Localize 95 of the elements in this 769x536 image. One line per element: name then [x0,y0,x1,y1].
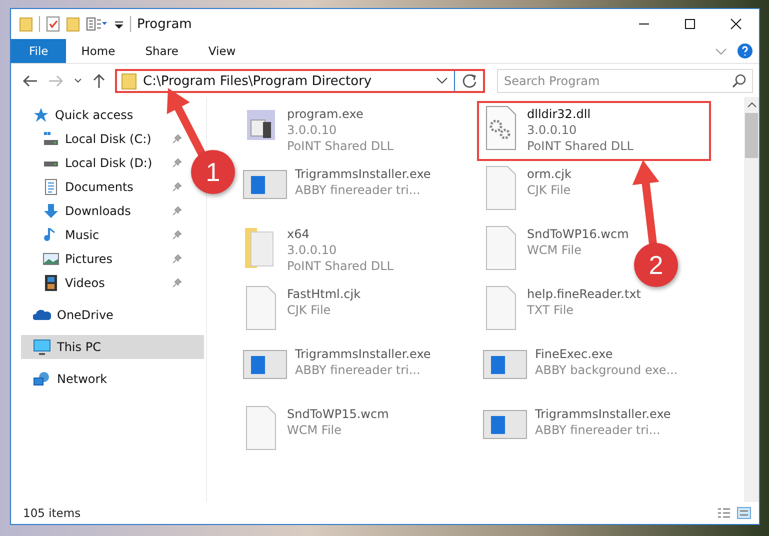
file-name: orm.cjk [527,166,572,182]
back-arrow-icon[interactable] [21,74,39,88]
pin-icon[interactable] [172,158,182,168]
sidebar-item[interactable]: Network [21,367,114,391]
sidebar-item[interactable]: Downloads [21,199,188,223]
file-tile[interactable]: TrigrammsInstaller.exe ABBY finereader tri... [237,341,437,387]
monitor-icon [33,339,51,355]
file-detail: PoINT Shared DLL [287,138,394,154]
help-icon[interactable] [737,43,753,59]
film-strip-icon [43,275,59,291]
file-detail: 3.0.0.10 [287,122,338,138]
address-path: C:\Program Files\Program Directory [143,74,373,88]
file-tile[interactable]: x64 3.0.0.10 PoINT Shared DLL [237,221,400,279]
blank-file-icon [243,406,279,450]
gear-file-icon [483,106,519,150]
file-tile[interactable]: SndToWP15.wcm WCM File [237,401,395,455]
sidebar-item[interactable]: OneDrive [21,303,120,327]
ribbon-tab[interactable]: Home [66,39,130,63]
sidebar-item[interactable]: Music [21,223,188,247]
checklist-icon[interactable] [46,16,60,32]
drive-icon [43,161,59,167]
pin-icon[interactable] [172,278,182,288]
sidebar-item[interactable]: This PC [21,335,204,359]
ribbon-tab[interactable]: View [193,39,251,63]
file-name: FastHtml.cjk [287,286,361,302]
file-detail: 3.0.0.10 [527,122,578,138]
window-title: Program [137,16,193,32]
file-detail: WCM File [527,242,582,258]
pin-icon[interactable] [172,182,182,192]
tiles-view-icon[interactable] [737,507,751,519]
blank-file-icon [483,226,519,270]
file-name: SndToWP16.wcm [527,226,629,242]
file-tile[interactable]: FastHtml.cjk CJK File [237,281,367,335]
cloud-icon [33,307,51,323]
network-globe-icon [33,371,51,387]
picture-icon [43,251,59,267]
file-tile[interactable]: SndToWP16.wcm WCM File [477,221,635,275]
file-tile[interactable]: program.exe 3.0.0.10 PoINT Shared DLL [237,101,400,159]
blank-file-icon [243,286,279,330]
file-name: SndToWP15.wcm [287,406,389,422]
file-name: help.fineReader.txt [527,286,641,302]
sidebar-item[interactable]: Videos [21,271,188,295]
document-icon [43,179,59,195]
file-menu-tab[interactable]: File [11,39,66,63]
file-name: TrigrammsInstaller.exe [535,406,671,422]
file-detail: PoINT Shared DLL [527,138,634,154]
file-detail: CJK File [527,182,572,198]
file-tile[interactable]: TrigrammsInstaller.exe ABBY finereader tri... [477,401,677,447]
file-name: x64 [287,226,310,242]
sidebar-item[interactable]: Local Disk (C:) [21,127,188,151]
chevron-down-icon[interactable] [436,76,448,86]
folder-icon[interactable] [19,16,33,32]
blank-file-icon [483,166,519,210]
up-arrow-icon[interactable] [91,73,107,89]
pin-icon[interactable] [172,254,182,264]
file-detail: PoINT Shared DLL [287,258,394,274]
file-name: FineExec.exe [535,346,614,362]
file-detail: ABBY finereader tri... [535,422,662,438]
file-name: TrigrammsInstaller.exe [295,346,431,362]
file-name: program.exe [287,106,364,122]
file-tile[interactable]: FineExec.exe ABBY background exe... [477,341,684,387]
scroll-thumb[interactable] [745,113,758,158]
drive-icon [43,131,59,147]
file-detail: WCM File [287,422,342,438]
pin-icon[interactable] [172,134,182,144]
folder-icon [121,72,137,90]
properties-icon[interactable] [86,16,108,32]
sidebar-item[interactable]: Pictures [21,247,188,271]
file-name: TrigrammsInstaller.exe [295,166,431,182]
file-name: dlldir32.dll [527,106,592,122]
file-detail: ABBY background exe... [535,362,678,378]
address-bar[interactable]: C:\Program Files\Program Directory [115,69,485,93]
file-detail: ABBY finereader tri... [295,182,422,198]
file-tile[interactable]: dlldir32.dll 3.0.0.10 PoINT Shared DLL [477,101,711,161]
file-detail: 3.0.0.10 [287,242,338,258]
file-detail: TXT File [527,302,575,318]
star-icon [33,107,49,123]
download-arrow-icon [43,203,59,219]
item-count: 105 items [23,506,81,520]
refresh-icon[interactable] [461,72,479,90]
file-tile[interactable]: TrigrammsInstaller.exe ABBY finereader tri... [237,161,437,207]
details-view-icon[interactable] [717,507,731,519]
pin-icon[interactable] [172,206,182,216]
file-detail: ABBY finereader tri... [295,362,422,378]
folder-icon[interactable] [66,16,80,32]
blank-file-icon [483,286,519,330]
sidebar-item[interactable]: Quick access [21,103,140,127]
file-tile[interactable]: orm.cjk CJK File [477,161,578,215]
ribbon-tab[interactable]: Share [130,39,194,63]
scrollbar[interactable] [744,97,759,502]
scroll-up-icon[interactable] [746,101,756,109]
file-detail: CJK File [287,302,332,318]
sidebar-item[interactable]: Documents [21,175,188,199]
sidebar-item[interactable]: Local Disk (D:) [21,151,188,175]
pin-icon[interactable] [172,230,182,240]
